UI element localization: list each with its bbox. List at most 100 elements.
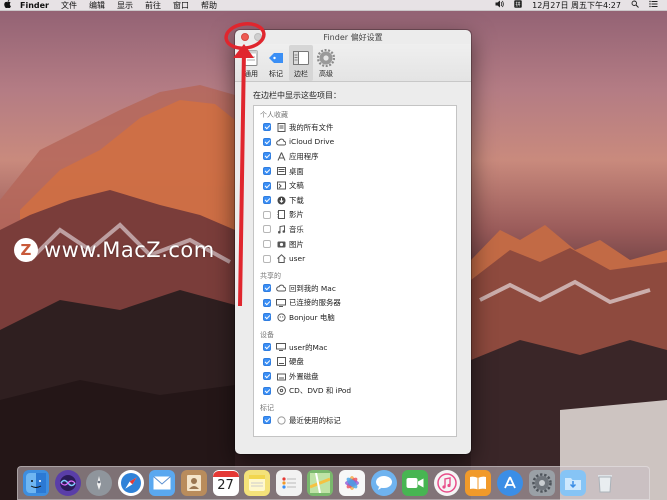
gear-icon — [316, 48, 336, 68]
menu-edit[interactable]: 编辑 — [83, 0, 111, 11]
close-button[interactable] — [241, 33, 249, 41]
sidebar-option-all-my-files[interactable]: 我的所有文件 — [260, 120, 456, 135]
safari-icon[interactable] — [117, 470, 144, 496]
tab-sidebar[interactable]: 边栏 — [289, 45, 313, 81]
checkbox-back-to-my-mac[interactable] — [263, 284, 271, 293]
sidebar-option-label: 已连接的服务器 — [289, 298, 341, 308]
checkbox-external-disks[interactable] — [263, 372, 271, 381]
messages-icon[interactable] — [370, 470, 397, 496]
checkbox-connected-servers[interactable] — [263, 298, 271, 307]
sidebar-option-movies[interactable]: 影片 — [260, 208, 456, 223]
siri-icon[interactable] — [54, 470, 81, 496]
checkbox-icloud-drive[interactable] — [263, 137, 271, 146]
trash-icon[interactable] — [592, 470, 618, 496]
datetime-clock[interactable]: 12月27日 周五下午4:27 — [527, 0, 626, 11]
calendar-icon[interactable]: 27 — [212, 470, 239, 496]
minimize-button[interactable] — [254, 33, 262, 41]
menu-go[interactable]: 前往 — [139, 0, 167, 11]
checkbox-users-mac[interactable] — [263, 343, 271, 352]
applications-icon — [276, 151, 286, 161]
checkbox-pictures[interactable] — [263, 240, 271, 249]
tag-icon — [266, 48, 286, 68]
checkbox-desktop[interactable] — [263, 167, 271, 176]
checkbox-all-my-files[interactable] — [263, 123, 271, 132]
ibooks-icon[interactable] — [465, 470, 492, 496]
tab-advanced[interactable]: 高级 — [314, 45, 338, 81]
movies-icon — [276, 210, 286, 220]
finder-icon[interactable] — [23, 470, 49, 496]
sidebar-option-recent-tags[interactable]: 最近使用的标记 — [260, 413, 456, 428]
system-preferences-icon[interactable] — [528, 470, 555, 496]
tab-tags[interactable]: 标记 — [264, 45, 288, 81]
section-shared-label: 共享的 — [260, 271, 281, 280]
music-icon — [276, 224, 286, 234]
section-devices-label: 设备 — [260, 330, 274, 339]
sidebar-option-applications[interactable]: 应用程序 — [260, 149, 456, 164]
menu-bar-status-area: 拼 12月27日 周五下午4:27 — [490, 0, 667, 11]
checkbox-bonjour[interactable] — [263, 313, 271, 322]
volume-icon[interactable] — [490, 0, 509, 11]
window-controls — [241, 33, 262, 41]
sidebar-settings-panel: 在边栏中显示这些项目： 个人收藏 我的所有文件 iCloud Drive 应用程… — [235, 82, 471, 437]
search-icon[interactable] — [626, 0, 644, 11]
checkbox-optical-media[interactable] — [263, 386, 271, 395]
checkbox-downloads[interactable] — [263, 196, 271, 205]
tab-general-label: 通用 — [244, 70, 258, 78]
sidebar-option-label: iCloud Drive — [289, 137, 335, 147]
checkbox-music[interactable] — [263, 225, 271, 234]
sidebar-option-connected-servers[interactable]: 已连接的服务器 — [260, 296, 456, 311]
sidebar-option-label: user — [289, 254, 306, 264]
window-title: Finder 偏好设置 — [323, 32, 383, 42]
sidebar-option-desktop[interactable]: 桌面 — [260, 164, 456, 179]
panel-heading: 在边栏中显示这些项目： — [253, 91, 341, 100]
sidebar-option-back-to-my-mac[interactable]: 回到我的 Mac — [260, 281, 456, 296]
checkbox-applications[interactable] — [263, 152, 271, 161]
apple-menu-icon[interactable] — [0, 0, 14, 11]
tab-general[interactable]: 通用 — [239, 45, 263, 81]
mail-icon[interactable] — [149, 470, 176, 496]
menu-help[interactable]: 帮助 — [195, 0, 223, 11]
itunes-icon[interactable] — [433, 470, 460, 496]
checkbox-recent-tags[interactable] — [263, 416, 271, 425]
sidebar-option-label: 文稿 — [289, 181, 304, 191]
downloads-stack-icon[interactable] — [560, 470, 587, 496]
checkbox-documents[interactable] — [263, 181, 271, 190]
watermark: Z www.MacZ.com — [14, 236, 215, 264]
facetime-icon[interactable] — [402, 470, 429, 496]
window-titlebar[interactable]: Finder 偏好设置 — [235, 30, 471, 44]
input-method-icon[interactable]: 拼 — [509, 0, 527, 11]
sidebar-option-music[interactable]: 音乐 — [260, 222, 456, 237]
sidebar-option-hard-disks[interactable]: 硬盘 — [260, 354, 456, 369]
launchpad-icon[interactable] — [86, 470, 113, 496]
app-store-icon[interactable] — [496, 470, 523, 496]
sidebar-option-downloads[interactable]: 下载 — [260, 193, 456, 208]
sidebar-option-icloud-drive[interactable]: iCloud Drive — [260, 135, 456, 150]
checkbox-hard-disks[interactable] — [263, 357, 271, 366]
sidebar-option-users-mac[interactable]: user的Mac — [260, 340, 456, 355]
pictures-icon — [276, 239, 286, 249]
notification-center-icon[interactable] — [644, 0, 663, 11]
photos-icon[interactable] — [338, 470, 365, 496]
checkbox-user-home[interactable] — [263, 254, 271, 263]
checkbox-movies[interactable] — [263, 210, 271, 219]
sidebar-option-documents[interactable]: 文稿 — [260, 178, 456, 193]
notes-icon[interactable] — [244, 470, 271, 496]
sidebar-option-optical-media[interactable]: CD、DVD 和 iPod — [260, 384, 456, 399]
contacts-icon[interactable] — [180, 470, 207, 496]
sidebar-option-label: 我的所有文件 — [289, 122, 334, 132]
sidebar-option-label: 应用程序 — [289, 151, 319, 161]
reminders-icon[interactable] — [275, 470, 302, 496]
sidebar-option-label: 下载 — [289, 195, 304, 205]
sidebar-option-label: CD、DVD 和 iPod — [289, 386, 352, 396]
menu-window[interactable]: 窗口 — [167, 0, 195, 11]
sidebar-option-bonjour[interactable]: Bonjour 电脑 — [260, 310, 456, 325]
menu-view[interactable]: 显示 — [111, 0, 139, 11]
all-files-icon — [276, 122, 286, 132]
app-menu-finder[interactable]: Finder — [14, 0, 55, 11]
maps-icon[interactable] — [307, 470, 334, 496]
menu-file[interactable]: 文件 — [55, 0, 83, 11]
sidebar-option-external-disks[interactable]: 外置磁盘 — [260, 369, 456, 384]
sidebar-option-pictures[interactable]: 图片 — [260, 237, 456, 252]
preferences-toolbar: 通用 标记 边栏 高级 — [235, 44, 471, 82]
sidebar-option-user-home[interactable]: user — [260, 251, 456, 266]
